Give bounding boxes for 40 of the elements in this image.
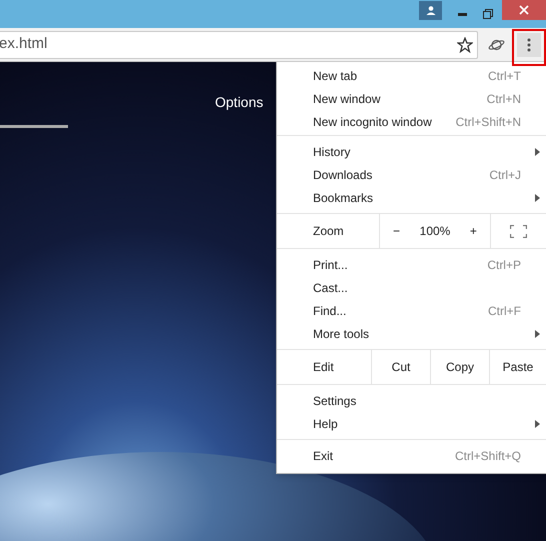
url-text: ex.html <box>0 34 48 54</box>
menu-icon <box>527 38 531 52</box>
menu-item[interactable]: Exit Ctrl+Shift+Q <box>277 444 546 467</box>
menu-button[interactable] <box>517 32 541 56</box>
zoom-value: 100% <box>420 223 450 240</box>
menu-item[interactable]: Bookmarks <box>277 186 546 209</box>
menu-item[interactable]: New incognito window Ctrl+Shift+N <box>277 110 546 133</box>
star-icon[interactable] <box>457 36 473 52</box>
progress-line <box>0 125 68 128</box>
menu-item[interactable]: Find... Ctrl+F <box>277 299 546 322</box>
menu-item[interactable]: Help <box>277 412 546 435</box>
edit-label: Edit <box>312 359 335 376</box>
close-button[interactable] <box>502 0 546 20</box>
submenu-arrow-icon <box>535 148 540 156</box>
person-icon <box>426 6 436 14</box>
planet-icon[interactable] <box>488 38 505 52</box>
submenu-arrow-icon <box>535 420 540 428</box>
zoom-out-button[interactable]: − <box>386 222 407 240</box>
menu-item[interactable]: Print... Ctrl+P <box>277 253 546 276</box>
submenu-arrow-icon <box>535 330 540 338</box>
edit-action-button[interactable]: Cut <box>371 350 430 384</box>
zoom-label: Zoom <box>312 223 345 240</box>
submenu-arrow-icon <box>535 194 540 202</box>
zoom-in-button[interactable]: + <box>463 222 484 240</box>
restore-icon <box>483 9 493 19</box>
menu-item[interactable]: Downloads Ctrl+J <box>277 163 546 186</box>
options-link[interactable]: Options <box>215 92 264 113</box>
menu-item[interactable]: History <box>277 140 546 163</box>
close-icon <box>519 5 529 15</box>
edit-action-button[interactable]: Copy <box>430 350 489 384</box>
menu-item[interactable]: Settings <box>277 389 546 412</box>
menu-item[interactable]: New tab Ctrl+T <box>277 64 546 87</box>
address-field[interactable]: ex.html <box>0 30 478 58</box>
menu-item[interactable]: More tools <box>277 322 546 345</box>
minimize-icon <box>458 12 466 16</box>
menu-item[interactable]: New window Ctrl+N <box>277 87 546 110</box>
fullscreen-icon <box>510 224 527 238</box>
profile-button[interactable] <box>419 0 442 20</box>
edit-action-button[interactable]: Paste <box>489 350 546 384</box>
menu-item[interactable]: Cast... <box>277 276 546 299</box>
